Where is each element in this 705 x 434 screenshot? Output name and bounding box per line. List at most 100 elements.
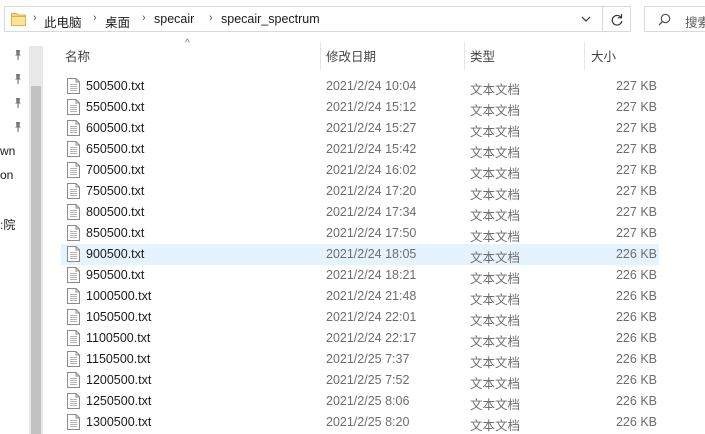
file-size: 227 KB [615, 100, 657, 114]
address-history-chevron-down-icon[interactable] [580, 13, 592, 25]
column-header-date[interactable]: 修改日期 [326, 46, 376, 65]
file-size: 226 KB [615, 289, 657, 303]
text-file-icon [67, 78, 80, 94]
file-size: 227 KB [615, 205, 657, 219]
file-row[interactable]: 800500.txt 2021/2/24 17:34 文本文档 227 KB [61, 202, 659, 223]
breadcrumb-separator-icon[interactable]: › [33, 12, 37, 24]
text-file-icon [67, 225, 80, 241]
pin-icon[interactable] [12, 49, 24, 61]
file-type: 文本文档 [470, 146, 521, 160]
address-bar[interactable]: › 此电脑 › 桌面 › specair › specair_spectrum [4, 6, 603, 32]
file-size: 227 KB [615, 79, 657, 93]
file-date: 2021/2/24 10:04 [326, 79, 417, 93]
file-name: 1000500.txt [86, 289, 152, 303]
file-date: 2021/2/24 18:21 [326, 268, 417, 282]
file-size: 226 KB [615, 394, 657, 408]
column-divider[interactable] [584, 42, 585, 70]
file-row[interactable]: 1000500.txt 2021/2/24 21:48 文本文档 226 KB [61, 286, 659, 307]
file-row[interactable]: 1150500.txt 2021/2/25 7:37 文本文档 226 KB [61, 349, 659, 370]
file-date: 2021/2/25 7:37 [326, 352, 410, 366]
sort-ascending-icon: ^ [185, 38, 190, 49]
file-size: 226 KB [615, 352, 657, 366]
file-name: 500500.txt [86, 79, 145, 93]
file-type: 文本文档 [470, 167, 521, 181]
pin-icon[interactable] [12, 73, 24, 85]
text-file-icon [67, 372, 80, 388]
file-row[interactable]: 1100500.txt 2021/2/24 22:17 文本文档 226 KB [61, 328, 659, 349]
file-row[interactable]: 550500.txt 2021/2/24 15:12 文本文档 227 KB [61, 97, 659, 118]
file-date: 2021/2/24 15:42 [326, 142, 417, 156]
column-divider[interactable] [320, 42, 321, 70]
file-type: 文本文档 [470, 104, 521, 118]
file-row[interactable]: 850500.txt 2021/2/24 17:50 文本文档 227 KB [61, 223, 659, 244]
file-size: 227 KB [615, 142, 657, 156]
pin-icon[interactable] [12, 97, 24, 109]
breadcrumb-this-pc[interactable]: 此电脑 [44, 12, 82, 31]
breadcrumb-separator-icon[interactable]: › [209, 12, 213, 24]
refresh-button[interactable] [603, 6, 631, 32]
column-header-size[interactable]: 大小 [591, 46, 616, 65]
text-file-icon [67, 393, 80, 409]
file-name: 550500.txt [86, 100, 145, 114]
file-type: 文本文档 [470, 125, 521, 139]
file-size: 226 KB [615, 247, 657, 261]
file-row[interactable]: 950500.txt 2021/2/24 18:21 文本文档 226 KB [61, 265, 659, 286]
nav-item-partial[interactable]: wn [0, 144, 15, 158]
breadcrumb-specair[interactable]: specair [154, 12, 194, 26]
file-date: 2021/2/24 17:20 [326, 184, 417, 198]
file-type: 文本文档 [470, 293, 521, 307]
pin-icon[interactable] [12, 121, 24, 133]
file-name: 900500.txt [86, 247, 145, 261]
file-date: 2021/2/24 18:05 [326, 247, 417, 261]
file-date: 2021/2/24 22:17 [326, 331, 417, 345]
file-type: 文本文档 [470, 314, 521, 328]
file-size: 227 KB [615, 163, 657, 177]
nav-item-partial[interactable]: on [0, 168, 13, 182]
search-icon [658, 13, 671, 26]
breadcrumb-specair-spectrum[interactable]: specair_spectrum [221, 12, 320, 26]
search-input[interactable]: 搜索 [644, 6, 705, 32]
file-size: 226 KB [615, 373, 657, 387]
file-row[interactable]: 1050500.txt 2021/2/24 22:01 文本文档 226 KB [61, 307, 659, 328]
file-type: 文本文档 [470, 272, 521, 286]
file-name: 750500.txt [86, 184, 145, 198]
file-date: 2021/2/24 16:02 [326, 163, 417, 177]
file-size: 227 KB [615, 121, 657, 135]
file-type: 文本文档 [470, 251, 521, 265]
file-type: 文本文档 [470, 188, 521, 202]
file-row[interactable]: 1200500.txt 2021/2/25 7:52 文本文档 226 KB [61, 370, 659, 391]
nav-scrollbar-thumb[interactable] [31, 86, 41, 434]
nav-item-partial[interactable]: :院 [0, 216, 15, 233]
text-file-icon [67, 351, 80, 367]
file-name: 1050500.txt [86, 310, 152, 324]
file-row[interactable]: 1250500.txt 2021/2/25 8:06 文本文档 226 KB [61, 391, 659, 412]
column-header-type[interactable]: 类型 [470, 46, 495, 65]
file-type: 文本文档 [470, 398, 521, 412]
file-row[interactable]: 1300500.txt 2021/2/25 8:20 文本文档 226 KB [61, 412, 659, 433]
file-type: 文本文档 [470, 335, 521, 349]
text-file-icon [67, 309, 80, 325]
file-type: 文本文档 [470, 230, 521, 244]
file-type: 文本文档 [470, 356, 521, 370]
search-placeholder: 搜索 [685, 16, 705, 30]
file-row[interactable]: 700500.txt 2021/2/24 16:02 文本文档 227 KB [61, 160, 659, 181]
text-file-icon [67, 267, 80, 283]
breadcrumb-desktop[interactable]: 桌面 [105, 12, 130, 31]
file-date: 2021/2/24 15:27 [326, 121, 417, 135]
file-row[interactable]: 650500.txt 2021/2/24 15:42 文本文档 227 KB [61, 139, 659, 160]
file-row[interactable]: 500500.txt 2021/2/24 10:04 文本文档 227 KB [61, 76, 659, 97]
file-size: 226 KB [615, 310, 657, 324]
file-row[interactable]: 750500.txt 2021/2/24 17:20 文本文档 227 KB [61, 181, 659, 202]
file-row[interactable]: 900500.txt 2021/2/24 18:05 文本文档 226 KB [61, 244, 659, 265]
text-file-icon [67, 288, 80, 304]
breadcrumb-separator-icon[interactable]: › [142, 12, 146, 24]
file-name: 1200500.txt [86, 373, 152, 387]
file-type: 文本文档 [470, 377, 521, 391]
column-header-name[interactable]: 名称 [65, 46, 90, 65]
file-row[interactable]: 600500.txt 2021/2/24 15:27 文本文档 227 KB [61, 118, 659, 139]
file-date: 2021/2/24 17:34 [326, 205, 417, 219]
breadcrumb-separator-icon[interactable]: › [93, 12, 97, 24]
text-file-icon [67, 330, 80, 346]
column-divider[interactable] [464, 42, 465, 70]
text-file-icon [67, 141, 80, 157]
